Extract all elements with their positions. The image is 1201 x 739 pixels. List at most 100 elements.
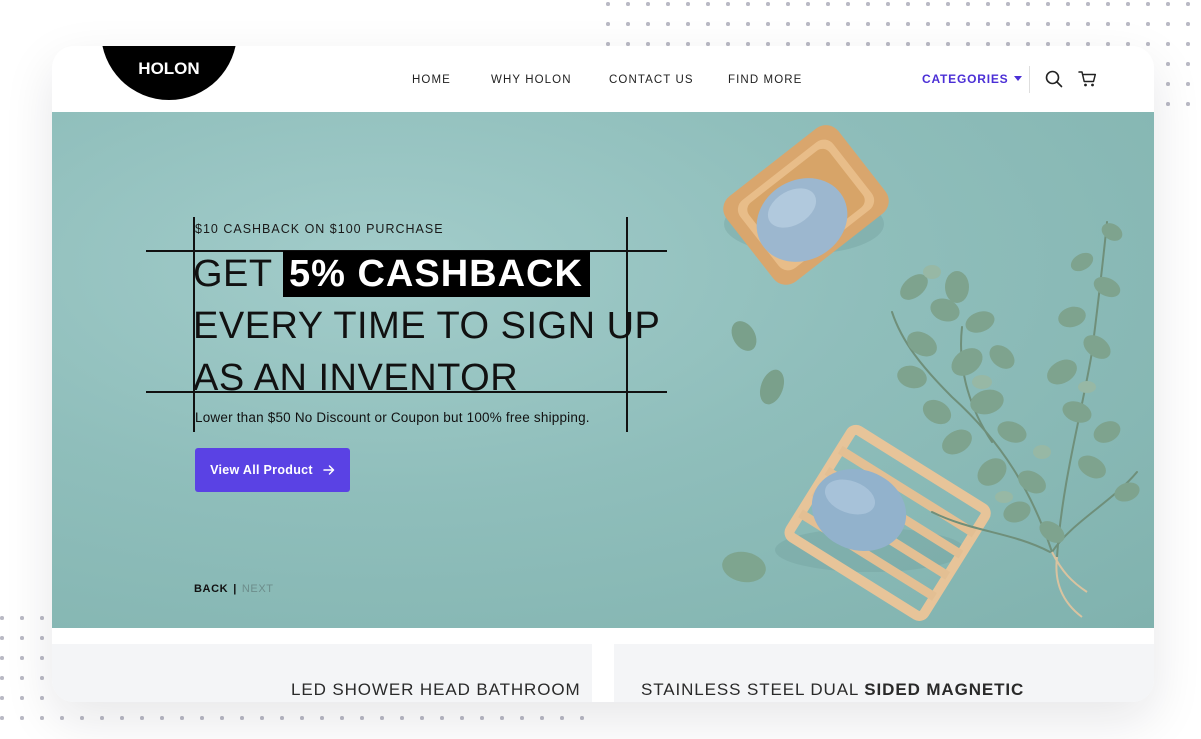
decorative-dot [300,716,304,720]
decorative-dot [160,716,164,720]
decorative-dot [706,2,710,6]
decorative-dot [846,22,850,26]
decorative-dot [20,656,24,660]
nav-link-home[interactable]: HOME [412,74,451,86]
logo[interactable]: HOLON [101,46,237,100]
decorative-dot [1106,42,1110,46]
logo-text: HOLON [138,59,200,78]
decorative-dot [706,22,710,26]
caret-down-icon [1014,76,1023,81]
categories-dropdown[interactable]: CATEGORIES [922,72,1023,86]
decorative-dot [966,22,970,26]
product-title-bold: SIDED MAGNETIC [864,680,1025,699]
pager-back-button[interactable]: BACK [194,583,228,595]
decorative-dot [786,22,790,26]
decorative-dot [120,716,124,720]
decorative-dot [140,716,144,720]
decorative-dot [966,42,970,46]
decorative-dot [746,22,750,26]
view-all-product-button[interactable]: View All Product [195,448,350,492]
pager-separator: | [233,583,237,595]
decorative-dot [646,2,650,6]
decorative-dot [1046,42,1050,46]
decorative-dot [540,716,544,720]
decorative-dot [946,22,950,26]
decorative-dot [746,42,750,46]
pager-next-button[interactable]: NEXT [242,583,274,595]
decorative-dot [560,716,564,720]
decorative-dot [0,716,4,720]
decorative-dot [906,2,910,6]
decorative-dot [180,716,184,720]
decorative-dot [986,22,990,26]
decorative-dot [200,716,204,720]
decorative-dot [966,2,970,6]
decorative-dot [1146,22,1150,26]
decorative-dot [100,716,104,720]
decorative-dot [1186,42,1190,46]
decorative-dot [40,636,44,640]
decorative-dot [646,42,650,46]
decorative-dot [646,22,650,26]
decorative-dot [1066,2,1070,6]
decorative-dot [906,22,910,26]
decorative-dot [1166,2,1170,6]
hero-banner: $10 CASHBACK ON $100 PURCHASE GET 5% CAS… [52,112,1154,628]
decorative-dot [0,656,4,660]
page-card: HOLON HOME WHY HOLON CONTACT US FIND MOR… [52,46,1154,702]
decorative-dot [20,636,24,640]
product-title-regular: STAINLESS STEEL DUAL [641,680,859,699]
decorative-dot [1166,62,1170,66]
decorative-dot [926,2,930,6]
decorative-dot [1066,22,1070,26]
decorative-dot [686,22,690,26]
decorative-dot [626,42,630,46]
decorative-dot [440,716,444,720]
decorative-dot [1086,42,1090,46]
search-icon[interactable] [1045,70,1063,93]
decorative-dot [1046,22,1050,26]
nav-link-why-holon[interactable]: WHY HOLON [491,74,572,86]
decorative-dot [0,636,4,640]
decorative-dot [40,696,44,700]
decorative-dot [766,22,770,26]
decorative-dot [626,2,630,6]
decorative-dot [240,716,244,720]
decorative-dot [626,22,630,26]
decorative-dot [886,42,890,46]
product-tile-2[interactable]: STAINLESS STEEL DUAL SIDED MAGNETIC [614,644,1154,702]
decorative-dot [1126,2,1130,6]
decorative-dot [40,616,44,620]
decorative-dot [1166,22,1170,26]
decorative-dot [786,42,790,46]
decorative-dot [220,716,224,720]
decorative-dot [340,716,344,720]
decorative-dot [726,22,730,26]
decorative-dot [906,42,910,46]
nav-link-contact-us[interactable]: CONTACT US [609,74,694,86]
nav-divider [1029,66,1030,93]
headline-highlight: 5% CASHBACK [283,251,590,297]
decorative-dot [806,2,810,6]
decorative-dot [826,2,830,6]
decorative-dot [826,42,830,46]
decorative-dot [1186,62,1190,66]
nav-link-find-more[interactable]: FIND MORE [728,74,802,86]
decorative-dot [746,2,750,6]
decorative-dot [420,716,424,720]
cart-icon[interactable] [1078,70,1097,93]
top-navbar: HOLON HOME WHY HOLON CONTACT US FIND MOR… [52,46,1154,112]
product-title: STAINLESS STEEL DUAL SIDED MAGNETIC [641,680,1024,700]
decorative-dot [1106,22,1110,26]
decorative-dot [926,42,930,46]
decorative-dot [260,716,264,720]
decorative-dot [1186,102,1190,106]
decorative-dot [20,696,24,700]
decorative-dot [1026,2,1030,6]
decorative-dot [1086,2,1090,6]
decorative-dot [0,676,4,680]
product-tile-1[interactable]: LED SHOWER HEAD BATHROOM [52,644,592,702]
product-title: LED SHOWER HEAD BATHROOM [291,680,581,699]
decorative-dot [1146,42,1150,46]
categories-label: CATEGORIES [922,72,1009,86]
